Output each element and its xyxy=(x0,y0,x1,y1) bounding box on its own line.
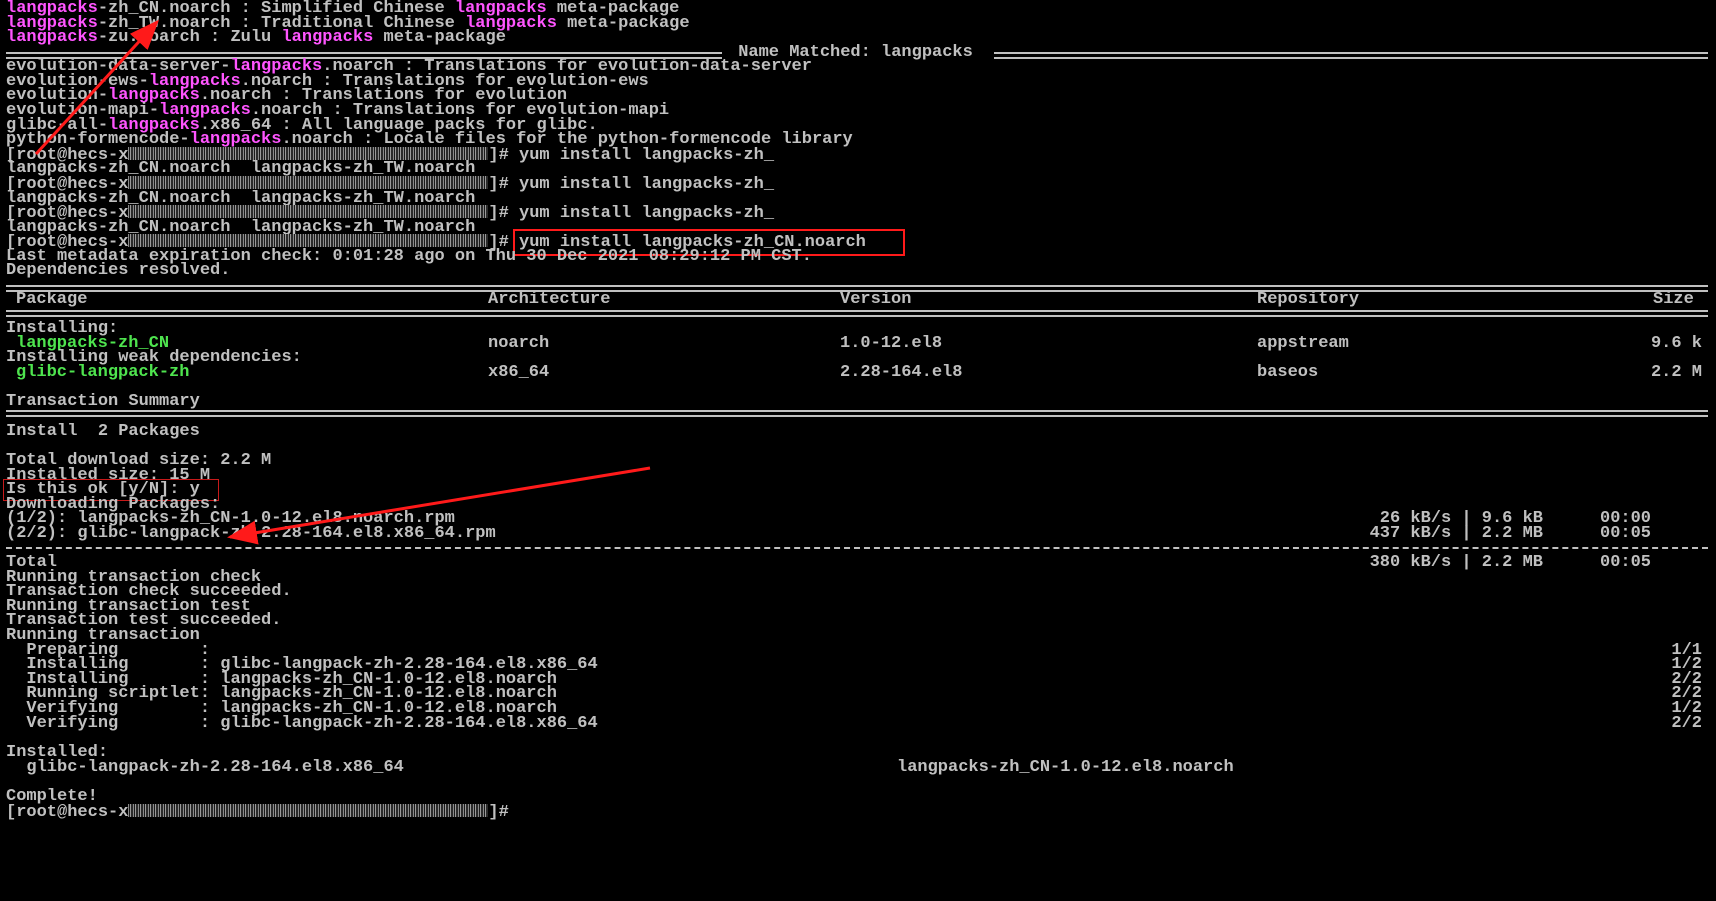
hostname-redaction xyxy=(128,205,489,218)
package-arch: noarch xyxy=(488,334,550,353)
shell-prompt-line[interactable]: [root@hecs-x ]# xyxy=(6,803,520,822)
package-arch: x86_64 xyxy=(488,363,550,382)
package-size: 2.2 M xyxy=(1650,363,1702,382)
hostname-redaction xyxy=(128,234,489,247)
typed-command: yum install langpacks-zh_ xyxy=(519,146,775,165)
header-version: Version xyxy=(840,290,912,309)
download-rate: 437 kB/s | 2.2 MB xyxy=(1369,524,1543,543)
header-architecture: Architecture xyxy=(488,290,611,309)
download-total-rule xyxy=(6,547,1708,549)
transaction-summary-title: Transaction Summary xyxy=(6,392,200,411)
total-time: 00:05 xyxy=(1600,553,1652,572)
package-size: 9.6 k xyxy=(1650,334,1702,353)
step-count: 2/2 xyxy=(1671,714,1702,733)
typed-command: yum install langpacks-zh_ xyxy=(519,175,775,194)
table-header-rule xyxy=(6,310,1708,317)
package-version: 2.28-164.el8 xyxy=(840,363,963,382)
header-repository: Repository xyxy=(1257,290,1360,309)
installed-package: langpacks-zh_CN-1.0-12.el8.noarch xyxy=(897,758,1234,777)
hostname-redaction xyxy=(128,804,489,817)
prompt-suffix: ]# xyxy=(488,146,520,165)
prompt-suffix: ]# xyxy=(488,204,520,223)
total-rate: 380 kB/s | 2.2 MB xyxy=(1369,553,1543,572)
package-version: 1.0-12.el8 xyxy=(840,334,943,353)
install-count: Install 2 Packages xyxy=(6,422,200,441)
package-repo: appstream xyxy=(1257,334,1349,353)
download-time: 00:05 xyxy=(1600,524,1652,543)
package-repo: baseos xyxy=(1257,363,1319,382)
prompt-suffix: ]# xyxy=(488,803,520,822)
search-result-line: langpacks-zu.noarch : Zulu langpacks met… xyxy=(6,29,506,46)
typed-command: yum install langpacks-zh_ xyxy=(519,204,775,223)
output-text: meta-package xyxy=(556,14,690,33)
dependencies-line: Dependencies resolved. xyxy=(6,261,231,280)
prompt-prefix: [root@hecs-x xyxy=(6,803,129,822)
download-line: (2/2): glibc-langpack-zh-2.28-164.el8.x8… xyxy=(6,524,496,543)
prompt-suffix: ]# xyxy=(488,175,520,194)
summary-rule xyxy=(6,410,1708,417)
package-name: glibc-langpack-zh xyxy=(16,363,190,382)
header-size: Size xyxy=(1653,290,1694,309)
hostname-redaction xyxy=(128,176,489,189)
terminal-window[interactable]: langpacks-zh_CN.noarch : Simplified Chin… xyxy=(0,0,1716,901)
step-line: Verifying : glibc-langpack-zh-2.28-164.e… xyxy=(6,714,598,733)
header-package: Package xyxy=(16,290,88,309)
installed-package: glibc-langpack-zh-2.28-164.el8.x86_64 xyxy=(6,758,404,777)
